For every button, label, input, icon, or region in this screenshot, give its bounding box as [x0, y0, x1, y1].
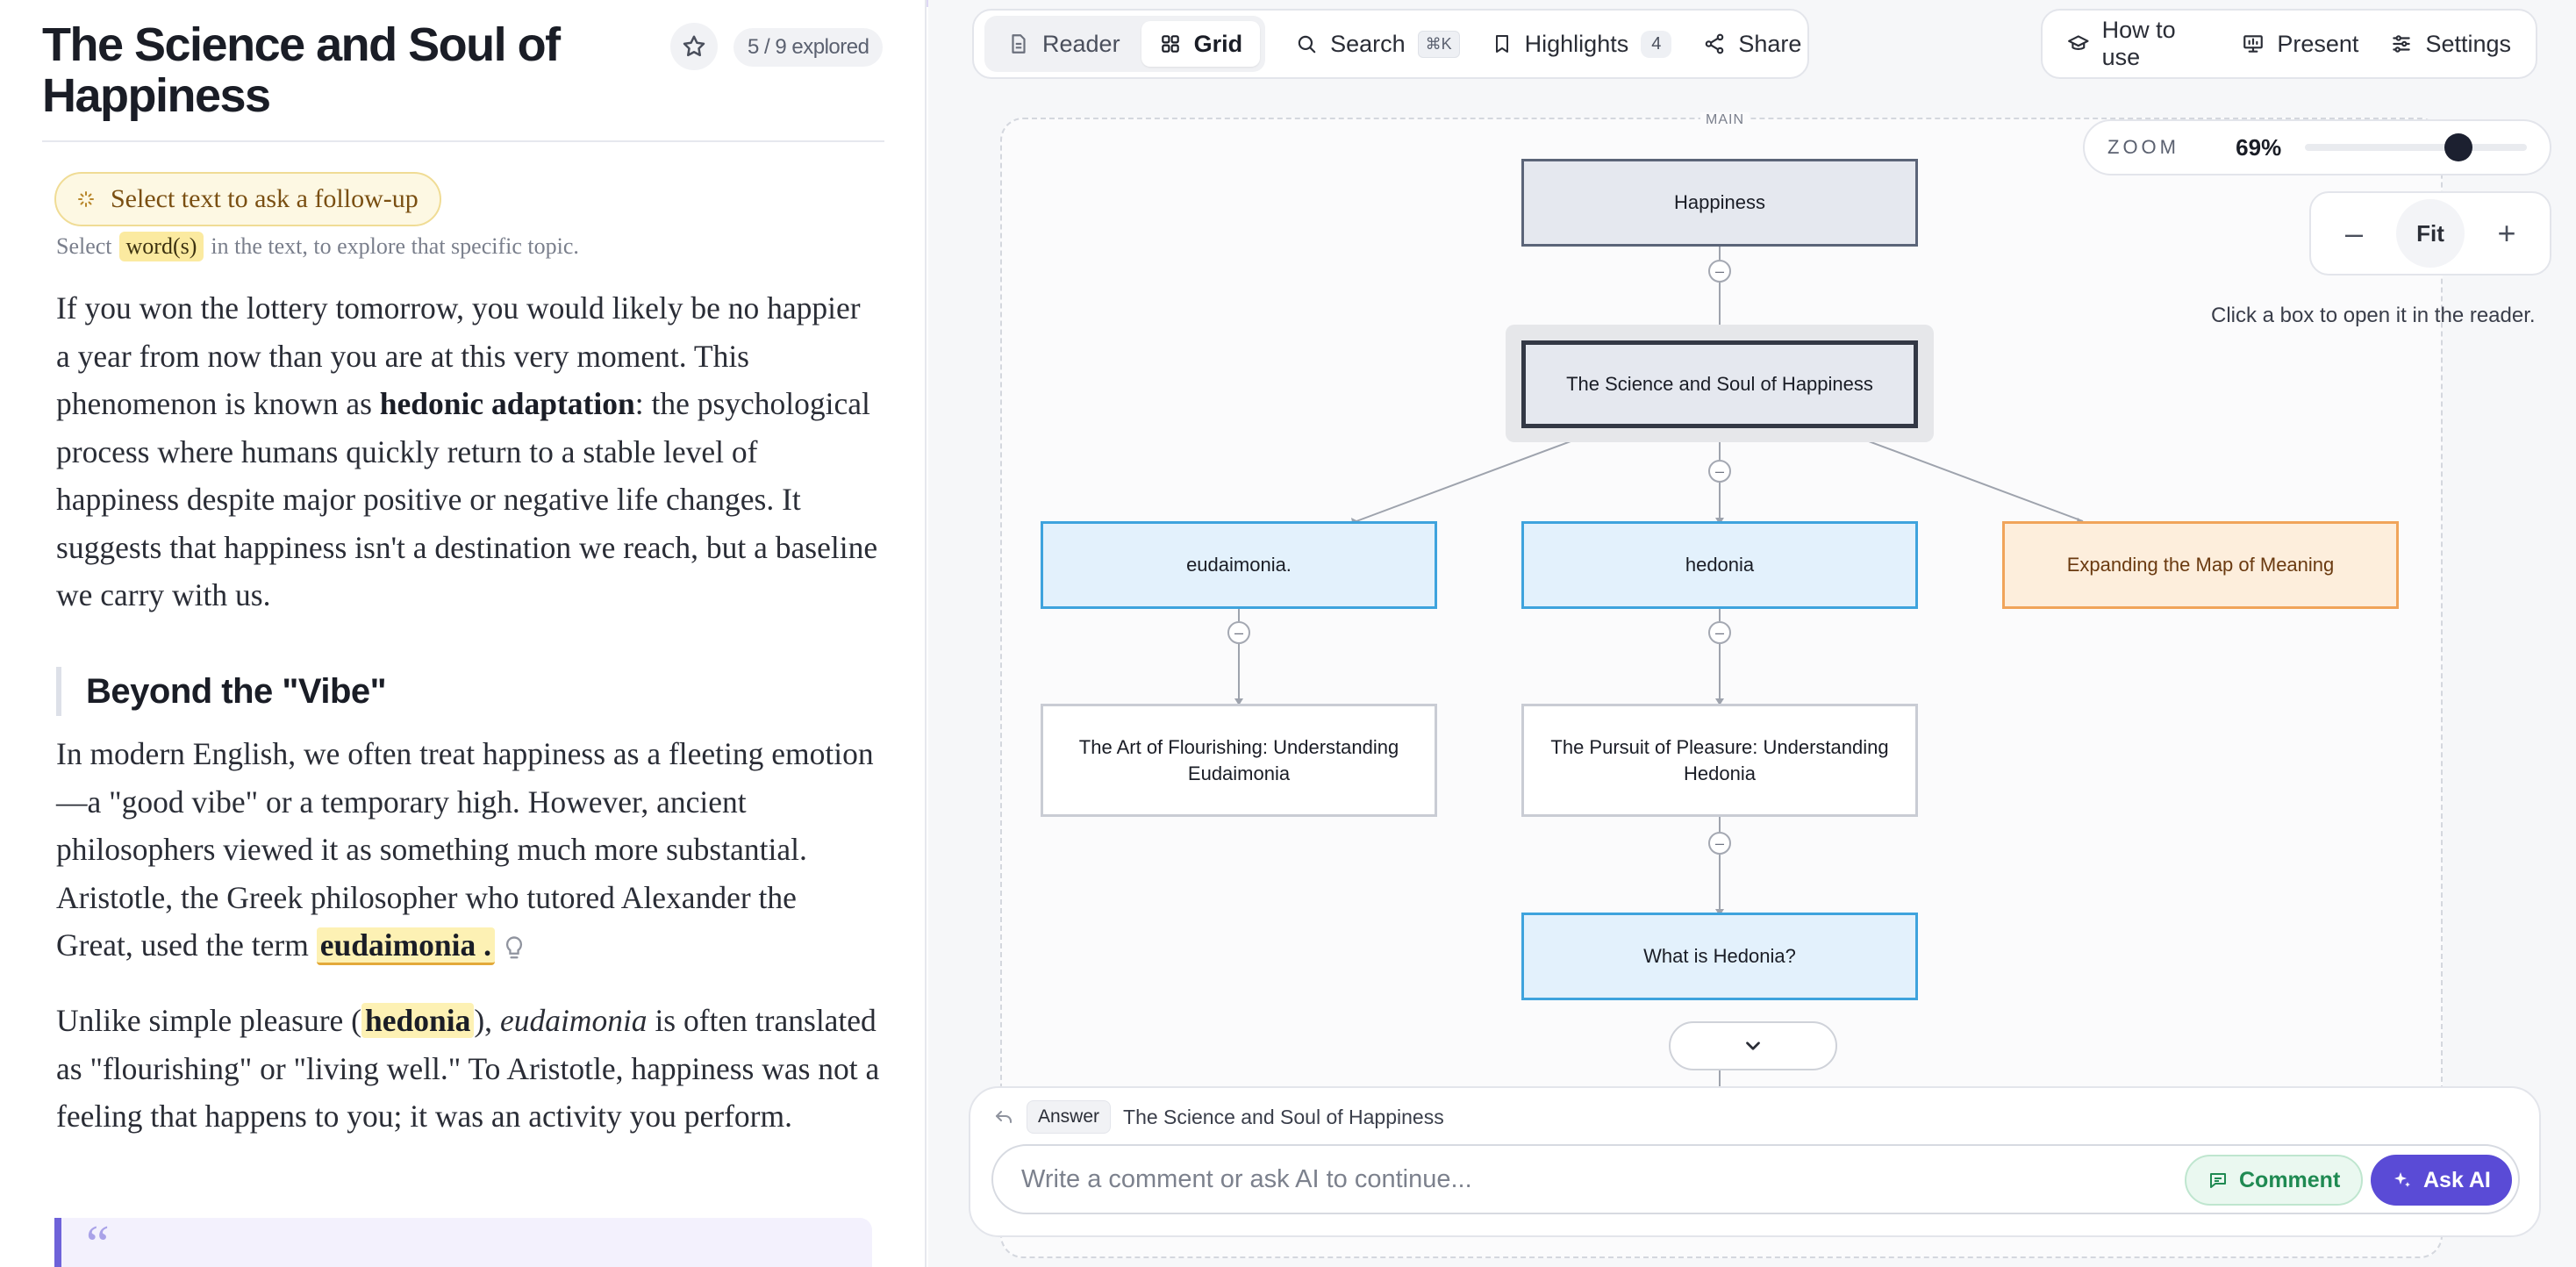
ask-ai-button[interactable]: Ask AI [2371, 1155, 2512, 1206]
sliders-icon [2393, 35, 2411, 53]
collapse-toggle[interactable]: – [1708, 460, 1731, 483]
node-pursuit-of-pleasure[interactable]: The Pursuit of Pleasure: Understanding H… [1521, 704, 1918, 817]
collapse-toggle[interactable]: – [1227, 621, 1250, 644]
node-hedonia[interactable]: hedonia [1521, 521, 1918, 609]
plus-icon: + [2497, 215, 2516, 251]
sparkles-icon [2394, 1172, 2410, 1187]
node-expanding-map[interactable]: Expanding the Map of Meaning [2002, 521, 2399, 609]
reply-context: Answer The Science and Soul of Happiness [993, 1100, 1444, 1134]
app-toolbar: How to use Present Settings [2041, 9, 2537, 79]
node-happiness[interactable]: Happiness [1521, 159, 1918, 247]
minus-icon: – [1714, 462, 1724, 480]
grid-icon [1161, 35, 1179, 53]
chevron-down-icon [1746, 1042, 1760, 1050]
zoom-control: ZOOM 69% [2083, 119, 2551, 175]
document-icon [1012, 34, 1026, 54]
how-to-use-button[interactable]: How to use [2051, 17, 2226, 70]
zoom-buttons: – Fit + [2309, 191, 2551, 276]
presentation-icon [2243, 35, 2264, 53]
minus-icon: – [1714, 624, 1724, 641]
share-icon [1706, 33, 1724, 54]
zoom-out-button[interactable]: – [2323, 203, 2385, 264]
node-art-of-flourishing[interactable]: The Art of Flourishing: Understanding Eu… [1041, 704, 1437, 817]
minus-icon: – [2344, 215, 2364, 251]
connector-lines [1234, 247, 2086, 1088]
share-button[interactable]: Share [1687, 21, 1817, 67]
comment-button[interactable]: Comment [2185, 1155, 2364, 1206]
minus-icon: – [1714, 834, 1724, 852]
search-icon [1298, 35, 1316, 54]
collapse-toggle[interactable]: – [1708, 621, 1731, 644]
reply-arrow-icon [996, 1111, 1012, 1123]
composer: Answer The Science and Soul of Happiness… [969, 1086, 2541, 1237]
reader-view-button[interactable]: Reader [990, 21, 1138, 67]
node-main-topic[interactable]: The Science and Soul of Happiness [1521, 340, 1918, 428]
collapse-toggle[interactable]: – [1708, 832, 1731, 855]
app-window: The Science and Soul of Happiness 5 / 9 … [0, 0, 2576, 1267]
zoom-slider-thumb[interactable] [2444, 133, 2472, 161]
bookmark-icon [1495, 35, 1508, 53]
zoom-slider[interactable] [2305, 133, 2528, 161]
context-tag: Answer [1027, 1100, 1112, 1134]
zoom-in-button[interactable]: + [2476, 203, 2537, 264]
search-button[interactable]: Search ⌘K [1279, 21, 1476, 67]
present-button[interactable]: Present [2226, 21, 2374, 67]
graduation-cap-icon [2068, 35, 2089, 50]
node-what-is-hedonia[interactable]: What is Hedonia? [1521, 913, 1918, 1000]
highlights-count: 4 [1641, 30, 1672, 58]
view-toolbar: Reader Grid Search ⌘K Highlights 4 Share [972, 9, 1809, 79]
node-eudaimonia[interactable]: eudaimonia. [1041, 521, 1437, 609]
zoom-label: ZOOM [2107, 136, 2179, 158]
canvas-hint: Click a box to open it in the reader. [2211, 304, 2536, 327]
minus-icon: – [1714, 262, 1724, 280]
minus-icon: – [1234, 624, 1243, 641]
collapse-toggle[interactable]: – [1708, 260, 1731, 283]
settings-button[interactable]: Settings [2374, 21, 2527, 67]
context-title: The Science and Soul of Happiness [1123, 1105, 1444, 1128]
fit-button[interactable]: Fit [2396, 199, 2465, 268]
view-mode-switch: Reader Grid [984, 16, 1266, 72]
zoom-value: 69% [2236, 133, 2282, 161]
speech-bubble-icon [2210, 1173, 2226, 1188]
search-shortcut: ⌘K [1417, 30, 1460, 58]
highlights-button[interactable]: Highlights 4 [1476, 21, 1688, 67]
grid-view-button[interactable]: Grid [1141, 21, 1261, 67]
expand-more-button[interactable] [1669, 1021, 1837, 1070]
